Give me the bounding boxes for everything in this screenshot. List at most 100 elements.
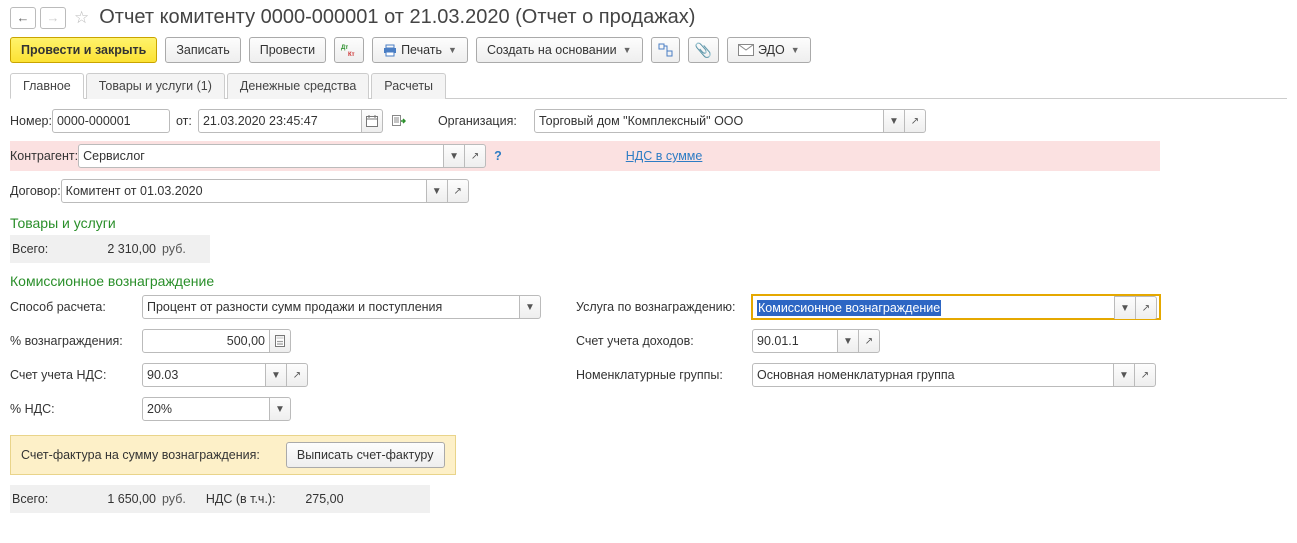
open-link-icon: ↗ <box>293 370 301 381</box>
vat-percent-input[interactable] <box>142 397 270 421</box>
service-dropdown-button[interactable]: ▼ <box>1114 296 1136 320</box>
attach-button[interactable]: 📎 <box>688 37 719 63</box>
write-invoice-button[interactable]: Выписать счет-фактуру <box>286 442 445 468</box>
envelope-icon <box>738 44 754 56</box>
income-account-dropdown-button[interactable]: ▼ <box>837 329 859 353</box>
save-button[interactable]: Записать <box>165 37 240 63</box>
goods-total-box: Всего: 2 310,00 руб. <box>10 235 210 263</box>
summary-total-label: Всего: <box>12 492 72 506</box>
calculator-icon <box>275 335 285 347</box>
printer-icon <box>383 44 397 57</box>
counterparty-dropdown-button[interactable]: ▼ <box>443 144 465 168</box>
svg-text:Кт: Кт <box>348 52 355 57</box>
edo-button[interactable]: ЭДО ▼ <box>727 37 811 63</box>
income-account-input[interactable] <box>752 329 838 353</box>
goods-total-value: 2 310,00 <box>72 242 162 256</box>
organization-open-button[interactable]: ↗ <box>904 109 926 133</box>
process-icon[interactable] <box>388 110 410 132</box>
summary-total-value: 1 650,00 <box>72 492 162 506</box>
chevron-down-icon: ▼ <box>525 302 535 313</box>
tab-main[interactable]: Главное <box>10 73 84 99</box>
svg-text:Дт: Дт <box>341 45 348 51</box>
vat-in-sum-link[interactable]: НДС в сумме <box>626 149 703 163</box>
dr-cr-icon: ДтКт <box>341 43 357 57</box>
vat-account-label: Счет учета НДС: <box>10 368 142 382</box>
contract-open-button[interactable]: ↗ <box>447 179 469 203</box>
tab-settlements[interactable]: Расчеты <box>371 73 446 99</box>
chevron-down-icon: ▼ <box>1119 370 1129 381</box>
goods-section-title: Товары и услуги <box>10 215 1160 231</box>
counterparty-label: Контрагент: <box>10 149 78 163</box>
number-label: Номер: <box>10 114 52 128</box>
calc-method-label: Способ расчета: <box>10 300 142 314</box>
nomen-groups-input[interactable] <box>752 363 1114 387</box>
income-account-open-button[interactable]: ↗ <box>858 329 880 353</box>
print-button[interactable]: Печать ▼ <box>372 37 468 63</box>
nomen-groups-dropdown-button[interactable]: ▼ <box>1113 363 1135 387</box>
tab-goods-services[interactable]: Товары и услуги (1) <box>86 73 225 99</box>
vat-account-open-button[interactable]: ↗ <box>286 363 308 387</box>
invoice-bar: Счет-фактура на сумму вознаграждения: Вы… <box>10 435 456 475</box>
tab-money[interactable]: Денежные средства <box>227 73 369 99</box>
chevron-down-icon: ▼ <box>889 116 899 127</box>
arrow-left-icon: ← <box>17 10 30 25</box>
service-input[interactable]: Комиссионное вознаграждение <box>753 296 1115 320</box>
percent-label: % вознаграждения: <box>10 334 142 348</box>
chevron-down-icon: ▼ <box>271 370 281 381</box>
chevron-down-icon: ▼ <box>1120 303 1130 314</box>
contract-input[interactable] <box>61 179 427 203</box>
post-and-close-button[interactable]: Провести и закрыть <box>10 37 157 63</box>
nav-back-button[interactable]: ← <box>10 7 36 29</box>
date-input[interactable] <box>198 109 362 133</box>
arrow-right-icon: → <box>47 10 60 25</box>
summary-vat-value: 275,00 <box>276 492 348 506</box>
open-link-icon: ↗ <box>911 116 919 127</box>
calc-method-dropdown-button[interactable]: ▼ <box>519 295 541 319</box>
income-account-label: Счет учета доходов: <box>576 334 752 348</box>
open-link-icon: ↗ <box>865 336 873 347</box>
counterparty-input[interactable] <box>78 144 444 168</box>
calendar-button[interactable] <box>361 109 383 133</box>
contract-dropdown-button[interactable]: ▼ <box>426 179 448 203</box>
favorite-star-icon[interactable]: ☆ <box>74 8 89 28</box>
summary-box: Всего: 1 650,00 руб. НДС (в т.ч.): 275,0… <box>10 485 430 513</box>
toolbar: Провести и закрыть Записать Провести ДтК… <box>10 37 1287 63</box>
goods-total-label: Всего: <box>12 242 72 256</box>
percent-input[interactable] <box>142 329 270 353</box>
service-label: Услуга по вознаграждению: <box>576 300 752 314</box>
number-input[interactable] <box>52 109 170 133</box>
open-link-icon: ↗ <box>471 151 479 162</box>
contract-label: Договор: <box>10 184 61 198</box>
vat-percent-dropdown-button[interactable]: ▼ <box>269 397 291 421</box>
counterparty-help-button[interactable]: ? <box>494 149 502 163</box>
service-open-button[interactable]: ↗ <box>1135 296 1157 320</box>
chevron-down-icon: ▼ <box>843 336 853 347</box>
chevron-down-icon: ▼ <box>449 151 459 162</box>
organization-dropdown-button[interactable]: ▼ <box>883 109 905 133</box>
percent-calc-button[interactable] <box>269 329 291 353</box>
commission-section-title: Комиссионное вознаграждение <box>10 273 1160 289</box>
summary-vat-label: НДС (в т.ч.): <box>206 492 276 506</box>
nav-forward-button[interactable]: → <box>40 7 66 29</box>
vat-account-dropdown-button[interactable]: ▼ <box>265 363 287 387</box>
goods-total-currency: руб. <box>162 242 186 256</box>
related-docs-button[interactable] <box>651 37 680 63</box>
chevron-down-icon: ▼ <box>791 45 800 55</box>
nomen-groups-open-button[interactable]: ↗ <box>1134 363 1156 387</box>
create-on-basis-button[interactable]: Создать на основании ▼ <box>476 37 643 63</box>
dr-cr-button[interactable]: ДтКт <box>334 37 364 63</box>
organization-label: Организация: <box>438 114 530 128</box>
organization-input[interactable] <box>534 109 884 133</box>
nomen-groups-label: Номенклатурные группы: <box>576 368 752 382</box>
chevron-down-icon: ▼ <box>275 404 285 415</box>
vat-account-input[interactable] <box>142 363 266 387</box>
calc-method-input[interactable] <box>142 295 520 319</box>
vat-percent-label: % НДС: <box>10 402 142 416</box>
open-link-icon: ↗ <box>1141 370 1149 381</box>
chevron-down-icon: ▼ <box>448 45 457 55</box>
calendar-icon <box>366 115 378 127</box>
post-button[interactable]: Провести <box>249 37 326 63</box>
invoice-label: Счет-фактура на сумму вознаграждения: <box>21 448 260 462</box>
page-title: Отчет комитенту 0000-000001 от 21.03.202… <box>99 6 695 29</box>
counterparty-open-button[interactable]: ↗ <box>464 144 486 168</box>
